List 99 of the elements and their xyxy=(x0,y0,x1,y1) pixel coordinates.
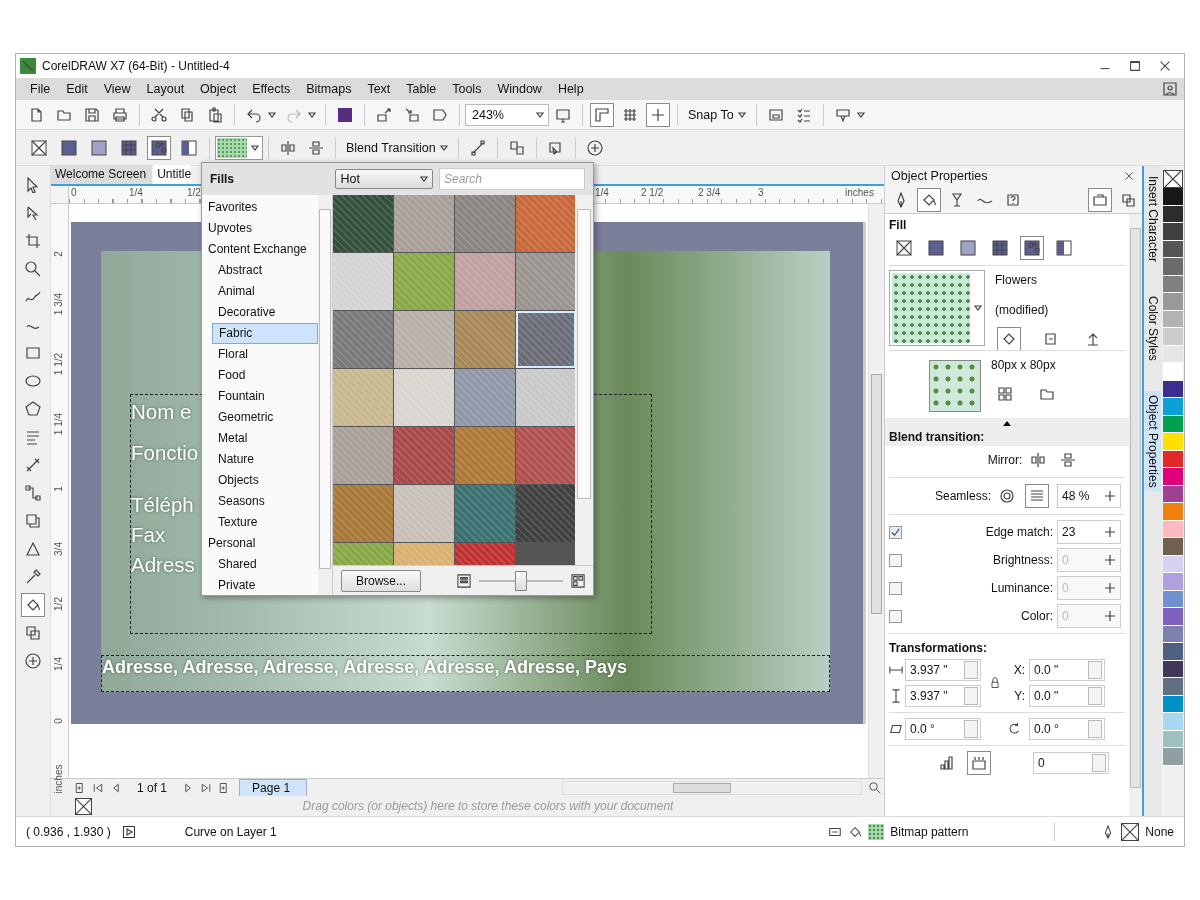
category-item[interactable]: Nature xyxy=(212,449,318,470)
section-heading: Blend transition: xyxy=(888,429,986,446)
ruler-label: 1 xyxy=(53,486,64,492)
menu-item[interactable]: Table xyxy=(398,82,445,96)
menu-item[interactable]: View xyxy=(95,82,139,96)
ruler-label: 2 xyxy=(53,251,64,257)
page-text: Téléph xyxy=(131,492,194,518)
page-text: Nom e xyxy=(131,399,192,425)
ruler-label: 0 xyxy=(71,186,77,199)
category-item[interactable]: Metal xyxy=(212,428,318,449)
menu-item[interactable]: Tools xyxy=(444,82,490,96)
menu-item[interactable]: Help xyxy=(549,82,592,96)
menu-item[interactable]: File xyxy=(22,82,59,96)
field-label: Mirror: xyxy=(987,453,1023,467)
outline-info: None xyxy=(1145,824,1174,839)
page-tab[interactable]: Page 1 xyxy=(239,778,308,797)
ruler-label: 1/4 xyxy=(595,186,609,199)
menu-item[interactable]: Effects xyxy=(244,82,299,96)
category-item[interactable]: Abstract xyxy=(212,260,318,281)
category-item[interactable]: Upvotes xyxy=(202,218,318,239)
docker-title: Object Properties xyxy=(891,169,988,183)
category-item[interactable]: Texture xyxy=(212,512,318,533)
page-text: Adress xyxy=(131,552,195,578)
category-item[interactable]: Seasons xyxy=(212,491,318,512)
category-item[interactable]: Fabric xyxy=(212,323,318,344)
seamless-field[interactable]: 48 % xyxy=(1057,484,1121,508)
ruler-label: inches xyxy=(53,764,64,794)
category-item[interactable]: Fountain xyxy=(212,386,318,407)
pattern-name: Flowers xyxy=(995,273,1038,287)
pattern-note: (modified) xyxy=(995,303,1050,317)
zoom-level-field[interactable]: 243% xyxy=(465,103,549,126)
ruler-label: 3 xyxy=(758,186,764,199)
ruler-label: 1/2 xyxy=(187,186,201,199)
fill-info: Bitmap pattern xyxy=(890,824,969,839)
menu-item[interactable]: Object xyxy=(192,82,245,96)
ruler-label: 1 1/2 xyxy=(53,352,64,376)
height-field[interactable]: 3.937 " xyxy=(905,685,981,707)
document-tab[interactable]: Welcome Screen xyxy=(51,165,153,184)
blend-transition-button[interactable]: Blend Transition xyxy=(341,136,453,159)
menu-item[interactable]: Bitmaps xyxy=(298,82,360,96)
window-title: CorelDRAW X7 (64-Bit) - Untitled-4 xyxy=(42,59,230,73)
docker-tab[interactable]: Insert Character xyxy=(1145,172,1161,267)
category-item[interactable]: Content Exchange xyxy=(202,239,318,260)
sort-dropdown[interactable]: Hot xyxy=(335,169,433,189)
page-text: Fonctio xyxy=(131,440,199,466)
ruler-label: 3/4 xyxy=(53,542,64,556)
field-label: X: xyxy=(1013,663,1026,677)
category-item[interactable]: Favorites xyxy=(202,197,318,218)
search-field[interactable]: Search xyxy=(439,168,585,190)
category-item[interactable]: Shared xyxy=(212,554,318,575)
category-item[interactable]: Geometric xyxy=(212,407,318,428)
category-item[interactable]: Objects xyxy=(212,470,318,491)
address-text: Adresse, Adresse, Adresse, Adresse, Adresse, Adresse, Pays xyxy=(101,655,830,692)
section-heading: Fill xyxy=(888,217,908,234)
docker-tab[interactable]: Object Properties xyxy=(1145,390,1161,492)
offset-field[interactable]: 0 xyxy=(1033,752,1109,774)
field-label: Luminance: xyxy=(990,581,1053,595)
color-tray-hint: Drag colors (or objects) here to store these colors with your document xyxy=(301,799,675,813)
field-label: Y: xyxy=(1014,689,1026,703)
y-position-field[interactable]: 0.0 " xyxy=(1029,685,1105,707)
menu-item[interactable]: Window xyxy=(489,82,550,96)
category-item[interactable]: Personal xyxy=(202,533,318,554)
category-item[interactable]: Decorative xyxy=(212,302,318,323)
menu-item[interactable]: Edit xyxy=(58,82,96,96)
x-position-field[interactable]: 0.0 " xyxy=(1029,659,1105,681)
cursor-coordinates: ( 0.936 , 1.930 ) xyxy=(26,824,111,839)
ruler-label: 1/2 xyxy=(53,597,64,611)
width-field[interactable]: 3.937 " xyxy=(905,659,981,681)
category-item[interactable]: Floral xyxy=(212,344,318,365)
ruler-label: 2 1/2 xyxy=(641,186,664,199)
category-item[interactable]: Animal xyxy=(212,281,318,302)
menu-item[interactable]: Layout xyxy=(138,82,193,96)
docker-tab[interactable]: Color Styles xyxy=(1145,292,1161,365)
field-label: Seamless: xyxy=(934,489,991,503)
page-text: Fax xyxy=(131,522,166,548)
ruler-label: 2 3/4 xyxy=(698,186,721,199)
snap-to-button[interactable]: Snap To xyxy=(683,103,751,126)
browse-button[interactable]: Browse... xyxy=(341,569,421,592)
category-item[interactable]: Food xyxy=(212,365,318,386)
ruler-label: 0 xyxy=(53,718,64,724)
menu-item[interactable]: Text xyxy=(359,82,399,96)
page-counter: 1 of 1 xyxy=(136,780,169,795)
category-item[interactable]: Private xyxy=(212,575,318,596)
ruler-label: 1/4 xyxy=(53,657,64,671)
skew-field[interactable]: 0.0 ° xyxy=(905,718,981,740)
rotation-field[interactable]: 0.0 ° xyxy=(1029,718,1105,740)
field-label: Edge match: xyxy=(985,525,1053,539)
value-field[interactable]: 23 xyxy=(1057,520,1121,544)
section-heading: Transformations: xyxy=(888,640,988,657)
ruler-label: inches xyxy=(845,186,874,199)
popup-title: Fills xyxy=(210,172,235,186)
ruler-label: 1/4 xyxy=(129,186,143,199)
document-tab[interactable]: Untitle xyxy=(153,165,192,184)
ruler-label: 1 1/4 xyxy=(53,412,64,436)
field-label: Brightness: xyxy=(992,553,1053,567)
tile-size: 80px x 80px xyxy=(991,358,1057,372)
field-label: Color: xyxy=(1021,609,1053,623)
ruler-label: 1 3/4 xyxy=(53,292,64,316)
object-info: Curve on Layer 1 xyxy=(184,824,277,839)
